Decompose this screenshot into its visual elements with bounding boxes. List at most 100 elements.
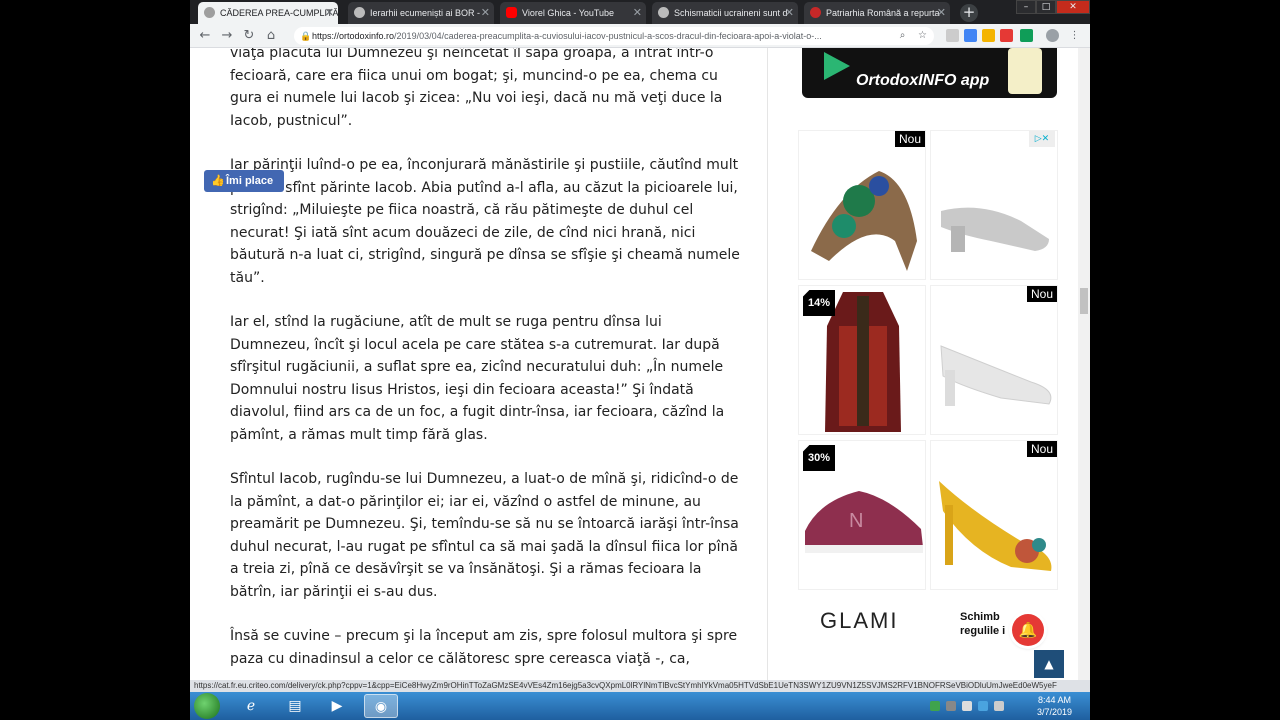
tray-icon[interactable] (946, 701, 956, 711)
article-paragraph: viaţa plăcută lui Dumnezeu şi neîncetat … (230, 48, 723, 129)
close-tab-icon[interactable]: ✕ (937, 2, 946, 24)
ortodoxinfo-app-banner[interactable]: OrtodoxINFO app (802, 48, 1057, 98)
ad-cta-line1: Schimb (960, 611, 1000, 623)
tray-icon[interactable] (962, 701, 972, 711)
tab-caderea[interactable]: CĂDEREA PREA-CUMPLITĂ a ✕ (198, 2, 338, 24)
patriarhia-favicon-icon (810, 7, 821, 18)
tab-title: Schismaticii ucraineni sunt d (674, 8, 788, 18)
back-to-top-button[interactable]: ▲ (1034, 650, 1064, 678)
minimize-button[interactable]: – (1016, 0, 1036, 14)
lock-icon: 🔒 (300, 31, 312, 41)
ortodoxinfo-favicon-icon (204, 7, 215, 18)
like-label: Îmi place (226, 175, 274, 187)
yellow-slingback-heel-image (939, 481, 1052, 571)
page-scrollbar[interactable] (1078, 48, 1090, 680)
tab-youtube[interactable]: Viorel Ghica - YouTube ✕ (500, 2, 646, 24)
sidebar-divider (767, 48, 768, 680)
discount-badge: 14% (803, 290, 835, 316)
tray-icon[interactable] (930, 701, 940, 711)
app-product-image (1008, 48, 1042, 94)
tab-title: CĂDEREA PREA-CUMPLITĂ a (220, 8, 338, 18)
extension-icon[interactable] (946, 29, 959, 42)
silver-block-heel-sandal-image (941, 207, 1049, 252)
ad-item-silver-sandal[interactable]: ▷✕ (930, 130, 1058, 280)
extension-icon[interactable] (964, 29, 977, 42)
close-tab-icon[interactable]: ✕ (785, 2, 794, 24)
scrollbar-thumb[interactable] (1080, 288, 1088, 314)
app-banner-label: OrtodoxINFO app (856, 72, 990, 89)
reload-button[interactable]: ↻ (240, 27, 258, 45)
internet-explorer-icon[interactable]: ℯ (234, 694, 268, 718)
browser-window: CĂDEREA PREA-CUMPLITĂ a ✕ Ierarhii ecume… (190, 0, 1090, 692)
extension-icon[interactable] (1000, 29, 1013, 42)
facebook-like-button[interactable]: 👍 Îmi place (204, 170, 284, 192)
article-paragraph: Iar el, stînd la rugăciune, atît de mult… (230, 314, 725, 443)
page-favicon-icon (658, 7, 669, 18)
forward-button[interactable]: → (218, 27, 236, 45)
svg-text:N: N (849, 510, 863, 532)
tab-patriarhia[interactable]: Patriarhia Română a repurta ✕ (804, 2, 950, 24)
close-tab-icon[interactable]: ✕ (481, 2, 490, 24)
tab-schismaticii[interactable]: Schismaticii ucraineni sunt d ✕ (652, 2, 798, 24)
close-tab-icon[interactable]: ✕ (633, 2, 642, 24)
extension-icon[interactable] (982, 29, 995, 42)
clock-date: 3/7/2019 (1036, 707, 1072, 717)
tab-ierarhii[interactable]: Ierarhii ecumeniști ai BOR - ✕ (348, 2, 494, 24)
badge-new: Nou (894, 131, 925, 147)
file-explorer-icon[interactable]: ▤ (278, 694, 312, 718)
article-body: viaţa plăcută lui Dumnezeu şi neîncetat … (230, 48, 742, 680)
status-bar-url: https://cat.fr.eu.criteo.com/delivery/ck… (190, 680, 1090, 692)
page-favicon-icon (354, 7, 365, 18)
window-close-button[interactable]: ✕ (1056, 0, 1090, 14)
maximize-button[interactable]: □ (1036, 0, 1056, 14)
youtube-favicon-icon (506, 7, 517, 18)
notification-bell-button[interactable]: 🔔 (1012, 614, 1044, 646)
browser-toolbar: ← → ↻ ⌂ 🔒 https://ortodoxinfo.ro/2019/03… (190, 24, 1090, 48)
ad-item-patterned-coat[interactable]: 14% (798, 285, 926, 435)
menu-kebab-icon[interactable]: ⋮ (1068, 29, 1081, 42)
volume-icon[interactable] (994, 701, 1004, 711)
glami-logo[interactable]: GLAMI (820, 608, 898, 634)
ad-item-yellow-heel[interactable]: Nou (930, 440, 1058, 590)
tab-strip: CĂDEREA PREA-CUMPLITĂ a ✕ Ierarhii ecume… (190, 0, 1090, 24)
badge-new: Nou (1026, 441, 1057, 457)
ad-item-white-pump[interactable]: Nou (930, 285, 1058, 435)
windows-taskbar: ℯ ▤ ▶ ◉ 8:44 AM 3/7/2019 (190, 692, 1090, 720)
chevron-up-icon: ▲ (1044, 657, 1054, 671)
media-player-icon[interactable]: ▶ (320, 694, 354, 718)
white-slingback-pump-image (940, 345, 1052, 406)
bell-icon: 🔔 (1018, 621, 1038, 639)
ad-item-jeweled-sandal[interactable]: Nou (798, 130, 926, 280)
article-paragraph: Iar părinţii luînd-o pe ea, înconjurară … (230, 157, 740, 286)
tray-icon[interactable] (978, 701, 988, 711)
chrome-icon[interactable]: ◉ (364, 694, 398, 718)
bookmark-star-icon[interactable]: ☆ (916, 29, 929, 42)
discount-badge: 30% (803, 445, 835, 471)
ad-item-burgundy-sneaker[interactable]: N 30% (798, 440, 926, 590)
new-tab-button[interactable]: + (960, 4, 978, 22)
zoom-icon[interactable]: ⌕ (896, 29, 909, 42)
adchoices-icon[interactable]: ▷✕ (1029, 131, 1055, 147)
windows-start-button[interactable] (194, 693, 220, 719)
url-host: https://ortodoxinfo.ro (312, 31, 395, 41)
article-paragraph: Sfîntul Iacob, rugîndu-se lui Dumnezeu, … (230, 471, 739, 600)
glami-ad: Nou ▷✕ 14% Nou N 30% Nou GLAMI Schimb re… (798, 130, 1060, 650)
extension-icon[interactable] (1020, 29, 1033, 42)
home-button[interactable]: ⌂ (262, 27, 280, 45)
address-bar[interactable]: 🔒 https://ortodoxinfo.ro/2019/03/04/cade… (294, 27, 934, 45)
article-paragraph: Însă se cuvine – precum şi la început am… (230, 628, 738, 667)
close-tab-icon[interactable]: ✕ (325, 2, 334, 24)
ad-cta-text[interactable]: Schimb regulile i (960, 610, 1005, 638)
google-play-icon (824, 52, 850, 80)
profile-avatar-icon[interactable] (1046, 29, 1059, 42)
tab-title: Ierarhii ecumeniști ai BOR - (370, 8, 481, 18)
web-page: viaţa plăcută lui Dumnezeu şi neîncetat … (190, 48, 1090, 680)
desktop-screen: CĂDEREA PREA-CUMPLITĂ a ✕ Ierarhii ecume… (0, 0, 1280, 720)
ad-cta-line2: regulile i (960, 625, 1006, 637)
jeweled-heel-sandal-image (811, 171, 917, 271)
tab-title: Patriarhia Română a repurta (826, 8, 940, 18)
back-button[interactable]: ← (196, 27, 214, 45)
thumbs-up-icon: 👍 (211, 175, 225, 187)
system-clock[interactable]: 8:44 AM 3/7/2019 (1037, 694, 1072, 718)
tab-title: Viorel Ghica - YouTube (522, 8, 615, 18)
